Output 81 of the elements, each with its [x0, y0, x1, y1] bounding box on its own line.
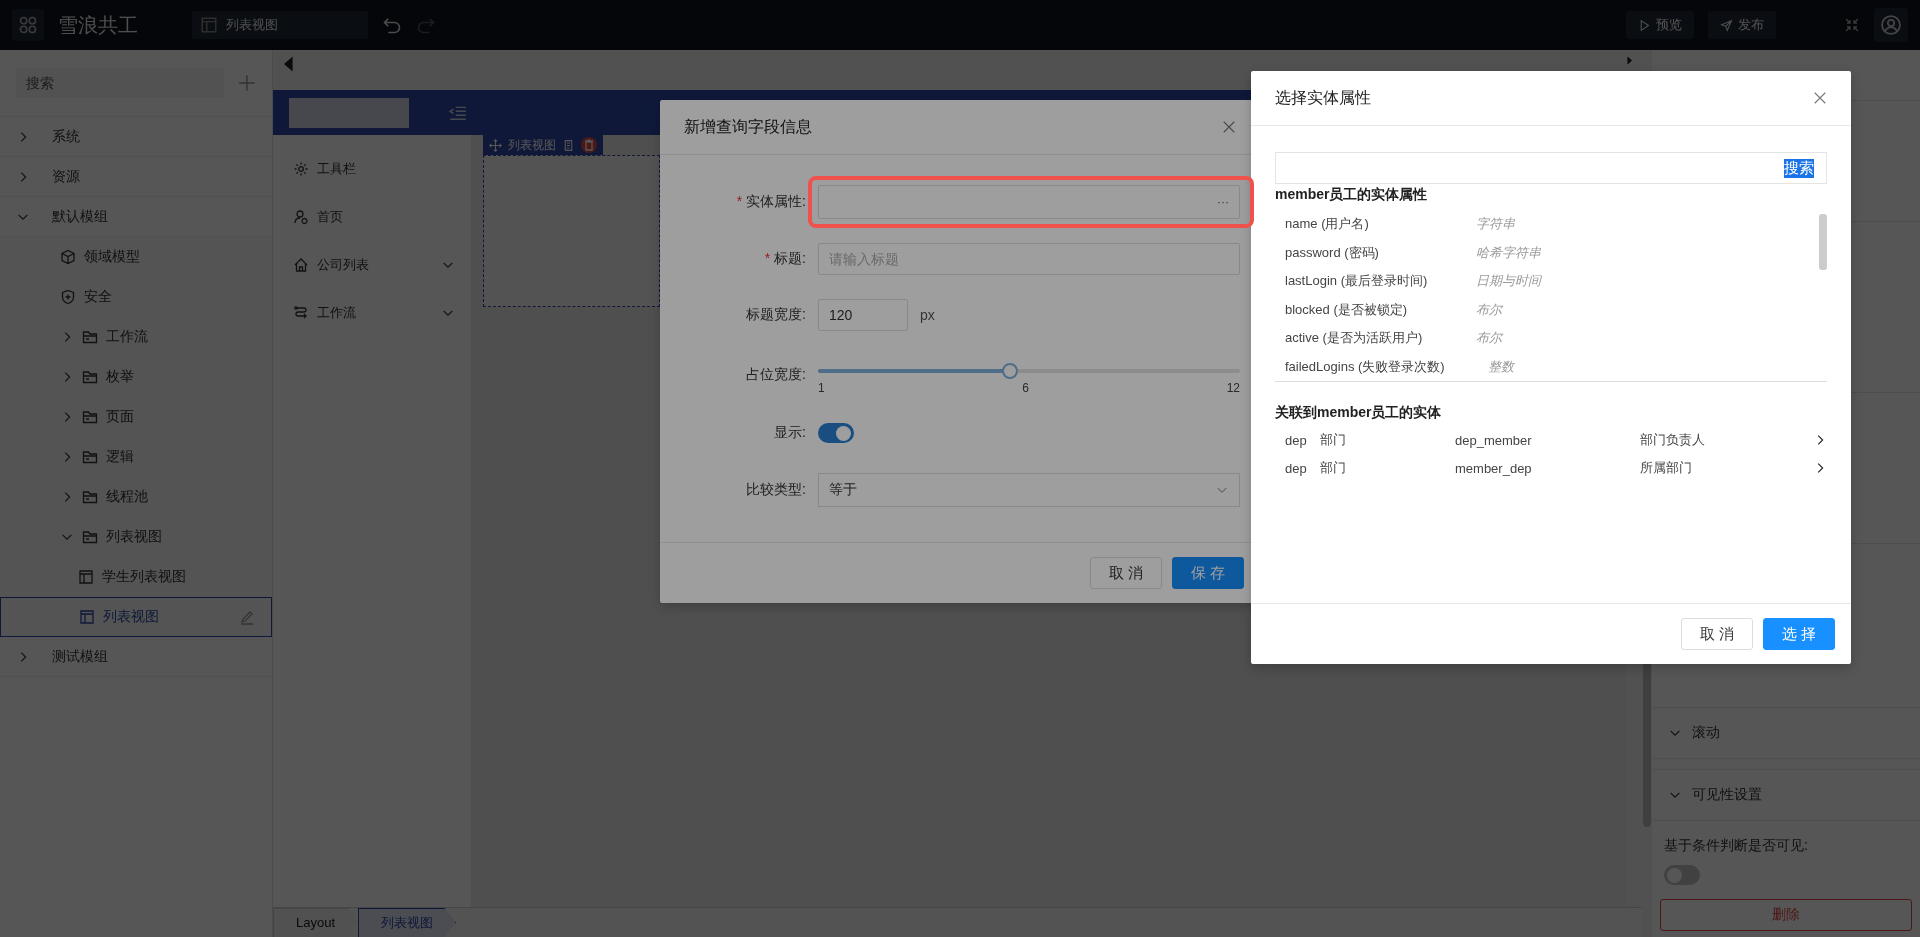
attribute-row[interactable]: blocked (是否被锁定) 布尔 — [1285, 295, 1811, 324]
tree-item[interactable]: 列表视图 — [0, 597, 272, 637]
dialog-title: 新增查询字段信息 — [684, 116, 812, 137]
field-label: 比较类型: — [745, 481, 807, 499]
collapse-icon[interactable] — [1844, 17, 1860, 33]
pencil-icon — [239, 609, 255, 625]
trash-icon — [581, 137, 597, 153]
panel-section[interactable]: 滚动 — [1652, 707, 1920, 759]
nav-item[interactable]: 公司列表 — [273, 241, 471, 289]
field-label: 显示: — [773, 424, 807, 442]
table-icon — [79, 609, 95, 625]
relation-row[interactable]: dep 部门 member_dep 所属部门 — [1275, 454, 1827, 482]
width-input[interactable]: 120 — [818, 299, 908, 331]
collapse-right-icon[interactable] — [1625, 56, 1634, 65]
attribute-row[interactable]: lastLogin (最后登录时间) 日期与时间 — [1285, 267, 1811, 296]
select-button[interactable]: 选 择 — [1762, 618, 1835, 650]
folder-icon — [82, 449, 98, 465]
flow-icon — [293, 305, 309, 321]
component-tag[interactable]: 列表视图 — [483, 135, 603, 155]
attribute-row[interactable]: name (用户名) 字符串 — [1285, 210, 1811, 239]
send-icon — [1720, 18, 1733, 32]
relation-row[interactable]: dep 部门 dep_member 部门负责人 — [1275, 426, 1827, 454]
search-link[interactable]: 搜索 — [1784, 158, 1814, 178]
field-label: * 标题: — [763, 250, 807, 268]
folder-icon — [82, 409, 98, 425]
shield-icon — [60, 289, 76, 305]
component-frame[interactable] — [483, 155, 660, 307]
field-label: 占位宽度: — [745, 366, 807, 384]
tick-label: 6 — [1022, 381, 1029, 395]
unit-label: px — [920, 307, 935, 323]
undo-icon[interactable] — [382, 15, 402, 35]
table-icon — [78, 569, 94, 585]
dialog-title: 选择实体属性 — [1275, 87, 1371, 108]
save-button[interactable]: 保 存 — [1171, 557, 1244, 589]
close-icon[interactable] — [1813, 91, 1827, 105]
nav-item[interactable]: 首页 — [273, 193, 471, 241]
field-label: 标题宽度: — [745, 306, 807, 324]
cancel-button[interactable]: 取 消 — [1680, 618, 1753, 650]
breadcrumb-item[interactable]: 列表视图 — [358, 907, 457, 937]
toggle-switch[interactable] — [818, 423, 854, 443]
app-title: 雪浪共工 — [58, 12, 138, 38]
panel-section[interactable]: 可见性设置 — [1652, 769, 1920, 821]
attribute-row[interactable]: failedLogins (失败登录次数) 整数 — [1285, 352, 1811, 381]
nav-item[interactable]: 工作流 — [273, 289, 471, 337]
folder-icon — [82, 489, 98, 505]
attribute-row[interactable]: active (是否为活跃用户) 布尔 — [1285, 324, 1811, 353]
slider-handle[interactable] — [1001, 363, 1018, 379]
tick-label: 12 — [1226, 381, 1240, 395]
gear-icon — [293, 161, 309, 177]
attribute-row[interactable]: password (密码) 哈希字符串 — [1285, 238, 1811, 267]
nav-item[interactable]: 工具栏 — [273, 145, 471, 193]
move-icon — [489, 138, 502, 152]
delete-button[interactable]: 删除 — [1660, 899, 1912, 931]
search-field[interactable]: 搜索 — [1275, 152, 1827, 184]
tick-label: 1 — [818, 381, 825, 395]
folder-icon — [82, 329, 98, 345]
section-heading: member员工的实体属性 — [1275, 186, 1429, 204]
select-field[interactable]: 等于 — [818, 473, 1240, 507]
folder-icon — [82, 529, 98, 545]
picker-field[interactable]: ··· — [818, 185, 1240, 219]
avatar-icon[interactable] — [1874, 8, 1908, 42]
scrollbar[interactable] — [1819, 214, 1827, 270]
cancel-button[interactable]: 取 消 — [1089, 557, 1162, 589]
copy-icon — [562, 138, 575, 152]
folder-icon — [82, 369, 98, 385]
play-icon — [1638, 18, 1651, 32]
page-tab[interactable]: 列表视图 — [192, 11, 368, 39]
apps-icon[interactable] — [12, 9, 44, 41]
redo-icon[interactable] — [416, 15, 436, 35]
visibility-label: 基于条件判断是否可见: — [1663, 836, 1809, 855]
toolbar-button[interactable]: 发布 — [1708, 11, 1776, 39]
plus-icon[interactable] — [238, 74, 256, 92]
field-label: * 实体属性: — [735, 193, 807, 211]
layout-icon — [200, 16, 218, 34]
section-heading: 关联到member员工的实体 — [1275, 404, 1443, 422]
breadcrumb-item[interactable]: Layout — [273, 907, 359, 937]
toolbar-button[interactable]: 预览 — [1626, 11, 1694, 39]
cube-icon — [60, 249, 76, 265]
home-icon — [293, 257, 309, 273]
close-icon[interactable] — [1222, 120, 1236, 134]
user-icon — [293, 209, 309, 225]
